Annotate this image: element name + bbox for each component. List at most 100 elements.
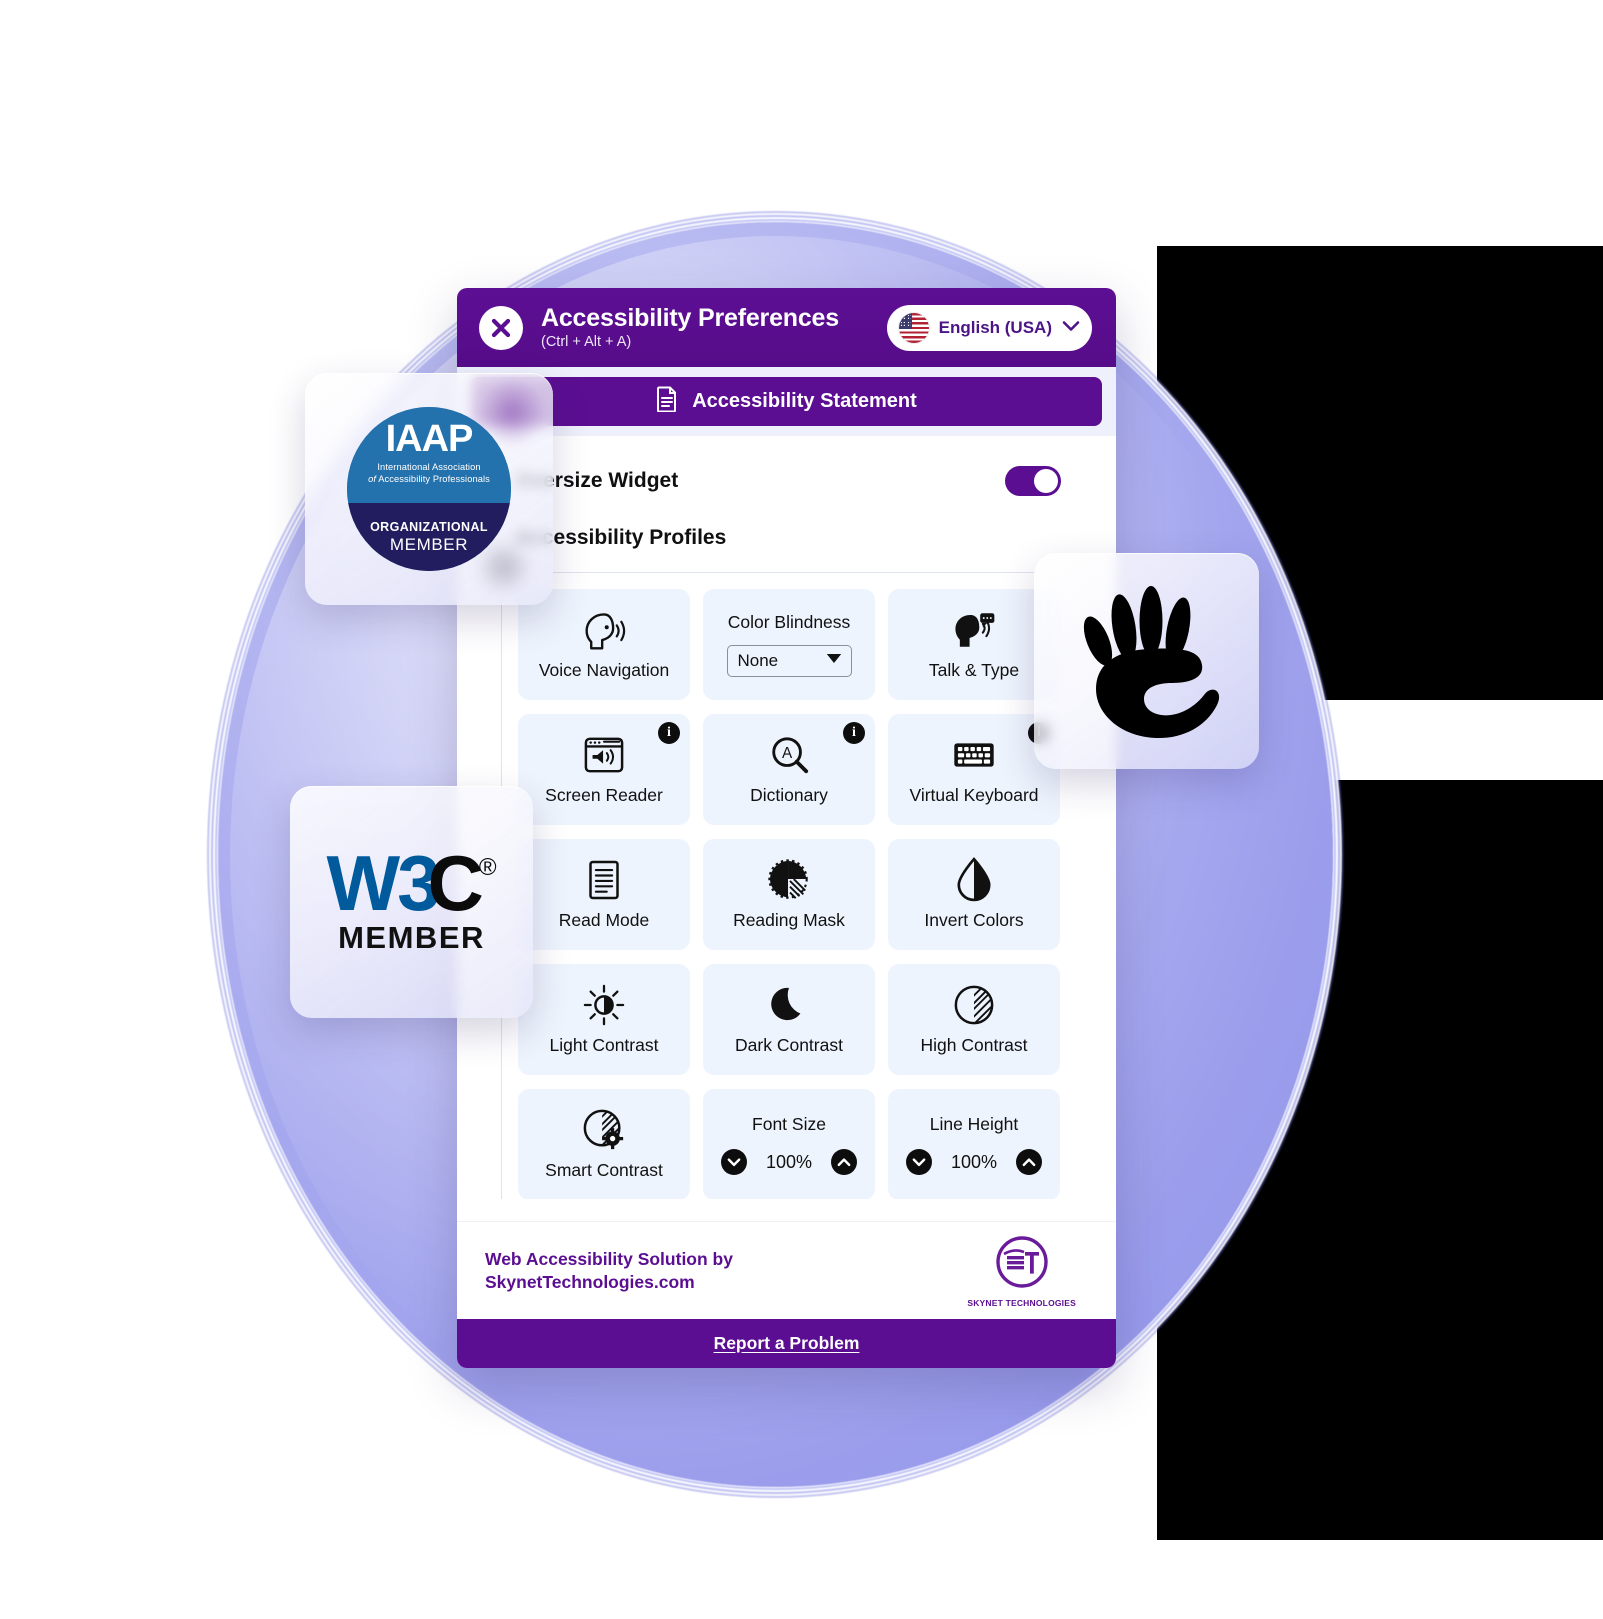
reading-mask-icon xyxy=(767,859,811,901)
tile-label: Line Height xyxy=(929,1114,1019,1134)
page-title: Accessibility Preferences xyxy=(541,304,839,333)
report-a-problem-label: Report a Problem xyxy=(713,1333,860,1353)
decrease-button[interactable] xyxy=(721,1149,747,1175)
stepper-row: 100% xyxy=(721,1149,857,1175)
feature-tile-grid: Voice Navigation Color Blindness None Talk… xyxy=(518,589,1102,1199)
language-label: English (USA) xyxy=(938,317,1052,337)
tile-color-blindness[interactable]: Color Blindness None xyxy=(703,589,875,700)
tile-font-size[interactable]: Font Size 100% xyxy=(703,1089,875,1199)
iaap-seal: IAAP International Association of Access… xyxy=(347,407,511,571)
w3c-member-badge: W3 C ® MEMBER xyxy=(290,786,533,1018)
tile-label: Voice Navigation xyxy=(538,659,670,680)
tile-screen-reader[interactable]: i Screen Reader xyxy=(518,714,690,825)
keyboard-icon xyxy=(952,734,996,776)
tile-invert-colors[interactable]: Invert Colors xyxy=(888,839,1060,950)
widget-header: Accessibility Preferences (Ctrl + Alt + … xyxy=(457,288,1116,367)
moon-icon xyxy=(770,984,808,1026)
iaap-line2: of Accessibility Professionals xyxy=(368,474,490,486)
accessibility-hand-icon xyxy=(1072,579,1222,744)
w3c-registered-mark: ® xyxy=(478,853,497,881)
document-lines-icon xyxy=(586,859,622,901)
svg-text:A: A xyxy=(782,745,793,762)
profiles-panel: Voice Navigation Color Blindness None Talk… xyxy=(501,572,1102,1199)
tile-label: Reading Mask xyxy=(733,909,845,930)
tile-label: Read Mode xyxy=(558,909,650,930)
w3c-w3-text: W3 xyxy=(326,838,440,927)
chevron-down-icon xyxy=(1062,319,1080,337)
close-button[interactable] xyxy=(479,305,523,350)
decrease-button[interactable] xyxy=(906,1149,932,1175)
circle-half-hatched-icon xyxy=(953,984,995,1026)
page-background-top-right xyxy=(1157,0,1603,246)
screen-reader-icon xyxy=(583,734,625,776)
color-blindness-select[interactable]: None xyxy=(726,645,852,677)
language-selector[interactable]: English (USA) xyxy=(886,304,1092,351)
skynet-technologies-logo: SKYNET TECHNOLOGIES xyxy=(967,1234,1076,1308)
iaap-line2-rest: Accessibility Professionals xyxy=(378,473,490,484)
us-flag-icon xyxy=(898,312,929,343)
tile-high-contrast[interactable]: High Contrast xyxy=(888,964,1060,1075)
iaap-member-word: MEMBER xyxy=(389,534,469,554)
close-x-icon xyxy=(490,317,512,339)
screenshot-canvas: Accessibility Preferences (Ctrl + Alt + … xyxy=(0,0,1603,1619)
w3c-logo: W3 C ® xyxy=(326,838,497,927)
tile-label: Invert Colors xyxy=(924,909,1024,930)
increase-button[interactable] xyxy=(1016,1149,1042,1175)
stepper-row: 100% xyxy=(906,1149,1042,1175)
dictionary-magnifier-icon: A xyxy=(768,734,810,776)
accessibility-statement-button[interactable]: Accessibility Statement xyxy=(471,377,1102,426)
tile-label: Dark Contrast xyxy=(735,1034,843,1055)
tile-label: Light Contrast xyxy=(549,1034,659,1055)
footer-credit: Web Accessibility Solution by SkynetTech… xyxy=(485,1248,733,1294)
head-talk-type-icon xyxy=(951,609,997,651)
tile-read-mode[interactable]: Read Mode xyxy=(518,839,690,950)
tile-label: Smart Contrast xyxy=(545,1159,663,1180)
iaap-acronym: IAAP xyxy=(385,418,474,460)
widget-body: Oversize Widget Accessibility Profiles V… xyxy=(457,436,1116,1199)
document-icon xyxy=(656,386,678,418)
oversize-widget-toggle[interactable] xyxy=(1005,466,1061,496)
w3c-member-word: MEMBER xyxy=(338,920,485,956)
iaap-tier: ORGANIZATIONAL xyxy=(370,519,488,534)
accessibility-profiles-heading: Accessibility Profiles xyxy=(515,526,727,549)
tile-light-contrast[interactable]: Light Contrast xyxy=(518,964,690,1075)
report-a-problem-button[interactable]: Report a Problem xyxy=(457,1319,1116,1368)
tile-voice-navigation[interactable]: Voice Navigation xyxy=(518,589,690,700)
footer-credit-line2[interactable]: SkynetTechnologies.com xyxy=(485,1271,733,1294)
footer-credit-line1: Web Accessibility Solution by xyxy=(485,1248,733,1269)
tile-label: Virtual Keyboard xyxy=(909,784,1039,805)
circle-hatched-gear-icon xyxy=(582,1109,626,1151)
select-value: None xyxy=(737,651,779,670)
caret-down-icon xyxy=(825,651,843,671)
header-titles: Accessibility Preferences (Ctrl + Alt + … xyxy=(541,304,887,350)
tile-label: Dictionary xyxy=(750,784,828,805)
tile-dark-contrast[interactable]: Dark Contrast xyxy=(703,964,875,1075)
head-speaking-icon xyxy=(581,609,627,651)
iaap-line2-of: of xyxy=(368,473,377,484)
skynet-technologies-name: SKYNET TECHNOLOGIES xyxy=(967,1297,1076,1308)
tile-label: Screen Reader xyxy=(545,784,663,805)
droplet-half-icon xyxy=(955,856,993,902)
oversize-widget-row: Oversize Widget xyxy=(457,436,1116,526)
tile-smart-contrast[interactable]: Smart Contrast xyxy=(518,1089,690,1199)
statement-section: Accessibility Statement xyxy=(457,367,1116,436)
info-icon[interactable]: i xyxy=(658,722,680,744)
tile-reading-mask[interactable]: Reading Mask xyxy=(703,839,875,950)
tile-dictionary[interactable]: i A Dictionary xyxy=(703,714,875,825)
w3c-c-text: C xyxy=(427,838,483,927)
stepper-value: 100% xyxy=(765,1151,813,1172)
tile-label: Talk & Type xyxy=(928,659,1020,680)
accessibility-hand-badge xyxy=(1034,553,1259,769)
iaap-member-badge: IAAP International Association of Access… xyxy=(305,373,553,605)
info-icon[interactable]: i xyxy=(843,722,865,744)
sun-half-icon xyxy=(583,984,625,1026)
st-monogram-icon xyxy=(994,1234,1050,1295)
keyboard-shortcut-hint: (Ctrl + Alt + A) xyxy=(541,333,632,350)
tile-line-height[interactable]: Line Height 100% xyxy=(888,1089,1060,1199)
tile-label: High Contrast xyxy=(920,1034,1028,1055)
stepper-value: 100% xyxy=(950,1151,998,1172)
increase-button[interactable] xyxy=(831,1149,857,1175)
tile-label: Color Blindness xyxy=(727,612,851,632)
iaap-line1: International Association xyxy=(377,462,481,473)
accessibility-widget-panel: Accessibility Preferences (Ctrl + Alt + … xyxy=(457,288,1116,1368)
